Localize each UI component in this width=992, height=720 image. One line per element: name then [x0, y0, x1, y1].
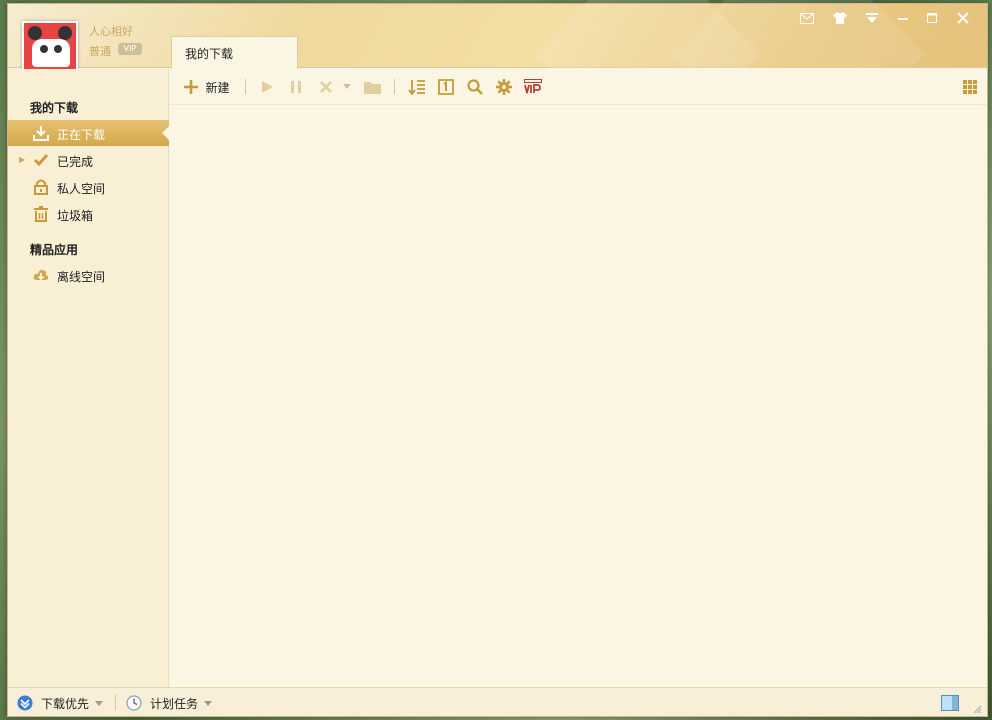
sidebar-item-downloading[interactable]: 正在下载 — [8, 120, 169, 146]
number-one-icon — [438, 79, 454, 95]
delete-icon — [320, 81, 332, 93]
sidebar-item-offline-space[interactable]: 离线空间 — [8, 262, 169, 288]
gear-icon — [496, 79, 512, 95]
vip-badge[interactable]: VIP — [118, 43, 142, 55]
section-title: 我的下载 — [30, 101, 79, 115]
message-icon[interactable] — [798, 11, 816, 25]
task-count-button[interactable] — [437, 78, 455, 96]
tab-my-downloads[interactable]: 我的下载 — [171, 36, 298, 69]
download-list-area[interactable] — [170, 105, 987, 687]
sidebar-item-label: 私人空间 — [57, 182, 106, 196]
sidebar-item-completed[interactable]: ▶ 已完成 — [8, 147, 169, 173]
pause-button[interactable] — [288, 78, 304, 96]
download-icon — [33, 125, 49, 141]
app-window: 人心相好 普通 VIP 我的下载 我的下载 正在下载 ▶ 已完成 私人空间 垃圾… — [7, 0, 988, 717]
settings-button[interactable] — [495, 78, 513, 96]
vip-button[interactable] — [523, 78, 543, 96]
avatar-eye — [54, 45, 62, 53]
user-level: 普通 — [89, 45, 111, 58]
new-task-button[interactable]: 新建 — [182, 78, 232, 96]
grid-icon — [963, 80, 977, 94]
play-icon — [262, 81, 273, 93]
clock-icon — [126, 695, 142, 711]
section-title: 精品应用 — [30, 243, 79, 257]
status-bar: 下载优先 计划任务 — [8, 687, 987, 716]
close-icon[interactable] — [954, 11, 972, 25]
maximize-icon[interactable] — [923, 11, 941, 25]
sidebar-item-label: 已完成 — [57, 155, 94, 169]
tab-label: 我的下载 — [185, 47, 234, 61]
delete-button[interactable] — [318, 78, 334, 96]
sidebar-item-label: 垃圾箱 — [57, 209, 94, 223]
search-icon — [467, 79, 483, 95]
menu-icon[interactable] — [863, 11, 881, 25]
minimize-icon[interactable] — [894, 11, 912, 25]
folder-icon — [363, 82, 381, 94]
avatar-ear — [58, 26, 72, 40]
side-panel-icon — [941, 695, 959, 711]
open-folder-button[interactable] — [363, 78, 381, 96]
panel-toggle-button[interactable] — [941, 695, 959, 711]
avatar-ear — [28, 26, 42, 40]
lock-icon — [33, 179, 49, 195]
start-button[interactable] — [259, 78, 275, 96]
trash-icon — [33, 206, 49, 222]
cloud-icon — [33, 267, 49, 283]
delete-dropdown-button[interactable] — [342, 78, 352, 96]
search-button[interactable] — [466, 78, 484, 96]
skin-icon[interactable] — [831, 11, 849, 25]
avatar-face — [32, 39, 70, 67]
plus-icon — [184, 80, 199, 94]
title-bar: 人心相好 普通 VIP 我的下载 — [8, 0, 987, 182]
sidebar-item-label: 正在下载 — [57, 128, 106, 142]
avatar-eye — [40, 45, 48, 53]
schedule-label: 计划任务 — [150, 696, 199, 711]
new-task-label: 新建 — [205, 80, 230, 95]
chevron-down-icon — [95, 700, 104, 706]
pause-icon — [291, 81, 301, 93]
sort-button[interactable] — [407, 78, 425, 96]
resize-grip-icon[interactable] — [973, 701, 982, 717]
sort-icon — [407, 80, 425, 95]
vip-icon — [524, 79, 542, 94]
speed-priority-icon — [17, 695, 33, 711]
scheduled-tasks-button[interactable]: 计划任务 — [126, 695, 213, 711]
chevron-down-icon — [343, 84, 351, 89]
chevron-down-icon — [204, 700, 213, 706]
sidebar-item-private-space[interactable]: 私人空间 — [8, 174, 169, 200]
sidebar-item-label: 离线空间 — [57, 270, 106, 284]
sidebar-item-trash[interactable]: 垃圾箱 — [8, 201, 169, 227]
check-icon — [33, 152, 49, 168]
toolbar: 新建 — [170, 69, 987, 105]
expand-arrow-icon[interactable]: ▶ — [19, 155, 25, 164]
toolbar-divider — [394, 79, 395, 94]
view-mode-button[interactable] — [962, 78, 978, 96]
user-name[interactable]: 人心相好 — [89, 23, 133, 39]
priority-label: 下载优先 — [41, 696, 90, 711]
status-divider — [115, 694, 116, 710]
sidebar: 我的下载 正在下载 ▶ 已完成 私人空间 垃圾箱 精品应用 离线空间 — [8, 69, 169, 687]
download-priority-button[interactable]: 下载优先 — [17, 695, 104, 711]
toolbar-divider — [245, 79, 246, 94]
